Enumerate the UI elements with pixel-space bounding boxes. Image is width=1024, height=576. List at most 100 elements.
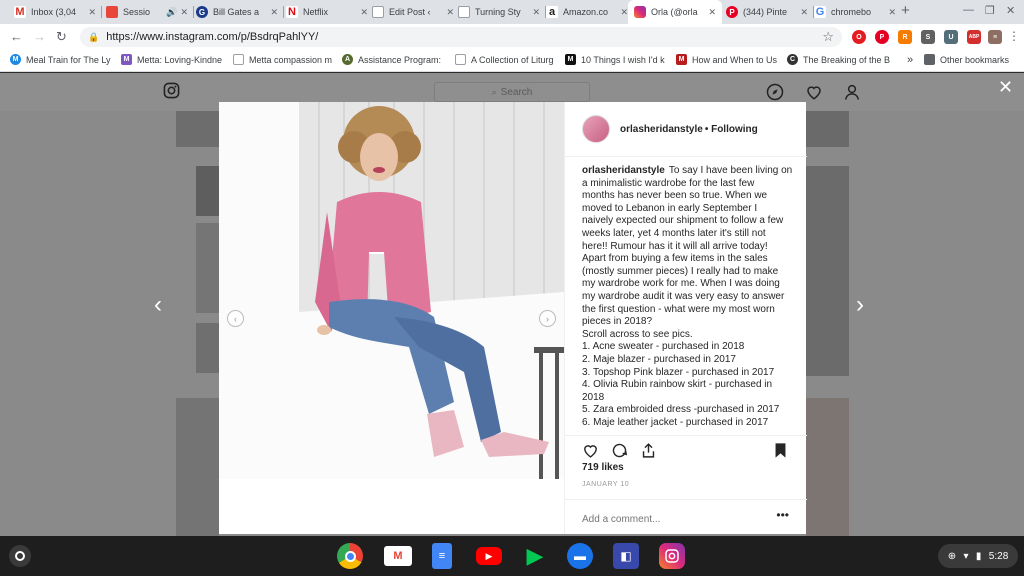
carousel-next-icon[interactable]: ›	[539, 310, 556, 327]
instagram-app-icon[interactable]	[659, 543, 685, 569]
close-icon[interactable]: ✕	[180, 7, 188, 18]
tab-session[interactable]: Sessio 🔊 ✕	[100, 0, 194, 24]
files-app-icon[interactable]: ▬	[567, 543, 593, 569]
close-icon[interactable]: ✕	[532, 7, 540, 18]
close-icon[interactable]: ✕	[270, 7, 278, 18]
bookmark-item[interactable]: A Collection of Liturg	[455, 54, 561, 65]
bookmark-item[interactable]: M Meal Train for The Ly	[10, 54, 114, 65]
close-icon[interactable]: ✕	[620, 7, 628, 18]
tab-instagram-orla[interactable]: Orla (@orla ✕	[628, 0, 722, 24]
background-thumbnail[interactable]	[806, 111, 849, 147]
background-thumbnail[interactable]	[806, 398, 849, 536]
tab-chromebook[interactable]: G chromebo ✕	[808, 0, 902, 24]
close-icon[interactable]: ✕	[888, 7, 896, 18]
pinterest-ext-icon[interactable]: P	[875, 30, 889, 44]
tab-edit-post[interactable]: Edit Post ‹ ✕	[366, 0, 460, 24]
window-close-button[interactable]: ✕	[1006, 4, 1015, 17]
youtube-app-icon[interactable]: ▶	[476, 547, 502, 565]
carousel-prev-icon[interactable]: ‹	[227, 310, 244, 327]
tab-title: Turning Sty	[475, 7, 521, 17]
gmail-app-icon[interactable]: M	[384, 546, 412, 566]
post-sidebar: orlasheridanstyle • Following orlasherid…	[564, 102, 807, 534]
background-thumbnail[interactable]	[196, 323, 219, 373]
post-photo[interactable]: ‹ ›	[219, 102, 564, 479]
tab-title: (344) Pinte	[743, 7, 788, 17]
tab-gmail[interactable]: M Inbox (3,04 ✕	[8, 0, 102, 24]
instagram-page-overlay[interactable]: ⌕ Search ✕ ‹ › ‹ › orlasheridanstyle • F…	[0, 73, 1024, 536]
chrome-app-icon[interactable]	[337, 543, 363, 569]
close-modal-icon[interactable]: ✕	[998, 77, 1013, 98]
bookmark-save-icon[interactable]	[773, 442, 790, 459]
likes-count[interactable]: 719 likes	[582, 462, 624, 473]
reload-icon[interactable]: ↻	[56, 29, 67, 45]
bookmarks-overflow-button[interactable]: »	[907, 54, 913, 66]
caption-username[interactable]: orlasheridanstyle	[582, 165, 665, 176]
post-modal: ‹ › orlasheridanstyle • Following orlash…	[219, 102, 807, 534]
post-header: orlasheridanstyle • Following	[565, 102, 807, 157]
minimize-button[interactable]: —	[963, 4, 974, 16]
background-thumbnail[interactable]	[176, 111, 219, 147]
docs-app-icon[interactable]: ≡	[432, 543, 452, 569]
adblock-icon[interactable]: ABP	[967, 30, 981, 44]
tab-title: Bill Gates a	[213, 7, 260, 17]
back-arrow-icon[interactable]: ←	[10, 29, 23, 44]
share-icon[interactable]	[640, 442, 657, 459]
shield-ext-icon[interactable]: S	[921, 30, 935, 44]
screencast-app-icon[interactable]: ◧	[613, 543, 639, 569]
close-icon[interactable]: ✕	[88, 7, 96, 18]
bookmark-star-icon[interactable]: ☆	[822, 29, 834, 45]
previous-post-arrow-icon[interactable]: ‹	[154, 291, 162, 319]
tab-bill-gates[interactable]: G Bill Gates a ✕	[190, 0, 284, 24]
search-input[interactable]: ⌕ Search	[434, 82, 590, 102]
bookmark-favicon-icon: A	[342, 54, 353, 65]
post-username[interactable]: orlasheridanstyle	[620, 124, 703, 135]
rss-icon[interactable]: R	[898, 30, 912, 44]
avatar[interactable]	[582, 115, 610, 143]
bookmark-item[interactable]: M Metta: Loving-Kindne	[121, 54, 226, 65]
menu-kebab-icon[interactable]: ⋮	[1008, 29, 1020, 43]
tab-turning-style[interactable]: Turning Sty ✕	[452, 0, 546, 24]
tab-amazon[interactable]: a Amazon.co ✕	[540, 0, 634, 24]
comment-input[interactable]	[582, 512, 762, 526]
following-status[interactable]: • Following	[705, 124, 758, 135]
background-thumbnail[interactable]	[196, 166, 219, 216]
stack-ext-icon[interactable]: ≡	[988, 30, 1002, 44]
comment-icon[interactable]	[611, 442, 628, 459]
page-icon	[458, 6, 470, 18]
url-text[interactable]: https://www.instagram.com/p/BsdrqPahlYY/	[106, 31, 318, 43]
tab-pinterest[interactable]: P (344) Pinte ✕	[720, 0, 814, 24]
opera-icon[interactable]: O	[852, 30, 866, 44]
background-thumbnail[interactable]	[806, 166, 849, 376]
launcher-button[interactable]	[9, 545, 31, 567]
tab-netflix[interactable]: N Netflix ✕	[280, 0, 374, 24]
play-store-app-icon[interactable]: ▶	[522, 543, 548, 569]
bookmark-item[interactable]: C The Breaking of the B	[787, 54, 893, 65]
forward-arrow-icon[interactable]: →	[33, 29, 46, 44]
audio-icon[interactable]: 🔊	[166, 7, 177, 18]
google-icon: G	[814, 6, 826, 18]
like-heart-icon[interactable]	[582, 442, 599, 459]
other-bookmarks[interactable]: Other bookmarks	[924, 54, 1009, 65]
restore-button[interactable]: ❐	[985, 4, 995, 17]
close-icon[interactable]: ✕	[708, 7, 716, 18]
new-tab-button[interactable]: +	[901, 2, 910, 19]
address-bar[interactable]: 🔒 https://www.instagram.com/p/BsdrqPahlY…	[80, 27, 842, 47]
bookmark-favicon-icon: M	[676, 54, 687, 65]
readlater-icon[interactable]: U	[944, 30, 958, 44]
battery-icon: ▮	[975, 550, 982, 562]
tab-strip: M Inbox (3,04 ✕ Sessio 🔊 ✕ G Bill Gates …	[0, 0, 1024, 24]
next-post-arrow-icon[interactable]: ›	[856, 291, 864, 319]
bookmark-item[interactable]: M How and When to Us	[676, 54, 780, 65]
background-thumbnail[interactable]	[196, 223, 219, 313]
heart-icon[interactable]	[805, 83, 823, 106]
more-options-icon[interactable]: •••	[776, 508, 789, 522]
bookmark-item[interactable]: M 10 Things I wish I'd k	[565, 54, 671, 65]
status-tray[interactable]: ⊕ ▾ ▮ 5:28	[938, 544, 1018, 568]
caption-line: To say I have been living on	[668, 165, 793, 176]
bookmark-item[interactable]: A Assistance Program:	[342, 54, 447, 65]
instagram-logo-icon[interactable]	[163, 82, 180, 104]
close-icon[interactable]: ✕	[800, 7, 808, 18]
profile-icon[interactable]	[843, 83, 861, 106]
background-thumbnail[interactable]	[176, 398, 219, 536]
bookmark-item[interactable]: Metta compassion m	[233, 54, 335, 65]
